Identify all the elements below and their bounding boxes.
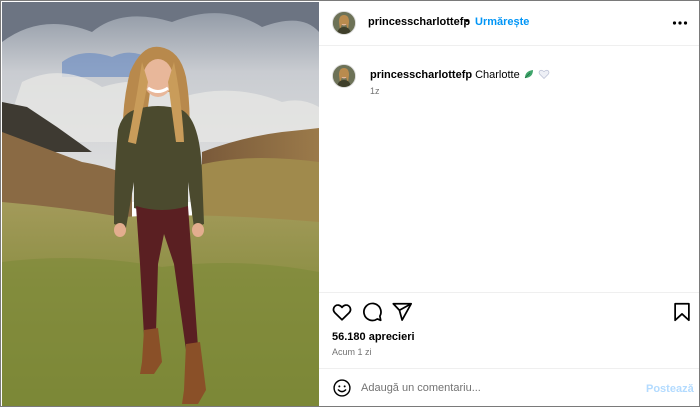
avatar[interactable] [332, 11, 356, 35]
post-header: princesscharlottefp • Urmărește [319, 2, 699, 46]
smiley-icon[interactable] [332, 378, 352, 398]
white-heart-emoji-icon [538, 68, 550, 83]
heart-icon[interactable] [331, 301, 353, 323]
action-bar [319, 292, 699, 323]
post-timestamp: Acum 1 zi [332, 347, 372, 357]
caption-timestamp: 1z [370, 86, 380, 96]
photo-image [2, 2, 319, 406]
caption-username[interactable]: princesscharlottefp [370, 69, 472, 81]
avatar-image [333, 65, 355, 87]
post-dialog: princesscharlottefp • Urmărește princess… [0, 0, 700, 407]
caption-line: princesscharlottefp Charlotte [370, 68, 550, 83]
more-horizontal-icon[interactable] [671, 14, 689, 32]
avatar[interactable] [332, 64, 356, 88]
follow-button[interactable]: Urmărește [475, 16, 529, 28]
caption: princesscharlottefp Charlotte 1z [319, 60, 699, 100]
separator-dot: • [465, 15, 469, 27]
avatar-image [333, 12, 355, 34]
likes-count[interactable]: 56.180 aprecieri [332, 331, 415, 343]
share-icon[interactable] [391, 301, 413, 323]
leaf-emoji-icon [523, 68, 535, 83]
comment-input[interactable] [361, 378, 631, 398]
username-link[interactable]: princesscharlottefp [368, 16, 470, 28]
caption-text: Charlotte [475, 69, 520, 81]
post-panel: princesscharlottefp • Urmărește princess… [319, 2, 699, 406]
comment-icon[interactable] [361, 301, 383, 323]
comment-bar: Postează [319, 368, 699, 406]
post-comment-button[interactable]: Postează [646, 383, 694, 395]
bookmark-icon[interactable] [671, 301, 693, 323]
post-photo [2, 2, 319, 406]
